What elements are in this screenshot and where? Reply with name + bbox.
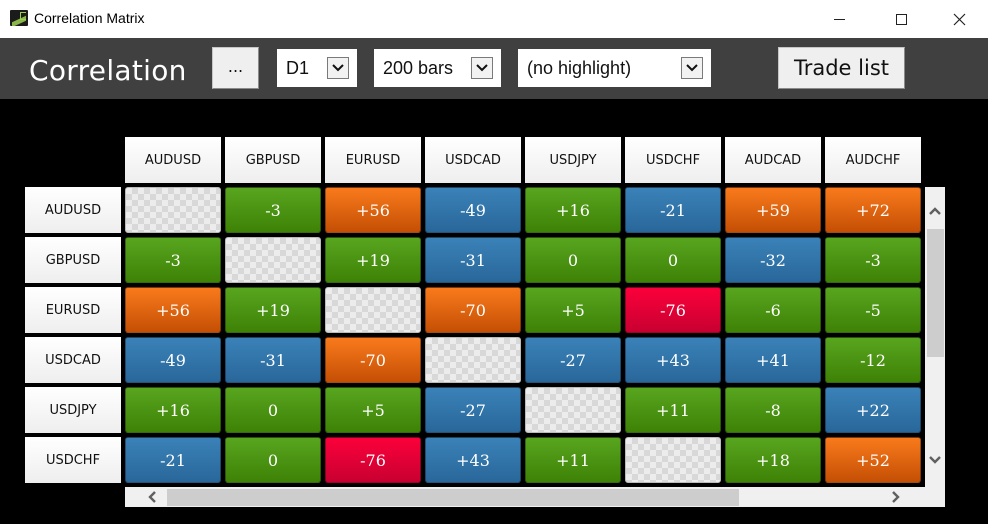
column-header[interactable]: USDJPY bbox=[525, 137, 621, 183]
scroll-left-button[interactable] bbox=[145, 490, 159, 504]
column-header[interactable]: AUDCAD bbox=[725, 137, 821, 183]
row-header[interactable]: USDCAD bbox=[25, 337, 121, 383]
timeframe-value: D1 bbox=[286, 57, 310, 78]
more-options-button[interactable]: ... bbox=[212, 47, 259, 89]
matrix-cell[interactable]: -32 bbox=[725, 237, 821, 283]
scroll-down-button[interactable] bbox=[928, 453, 942, 467]
matrix-cell[interactable]: +59 bbox=[725, 187, 821, 233]
matrix-cell[interactable]: 0 bbox=[525, 237, 621, 283]
matrix-cell[interactable]: +5 bbox=[525, 287, 621, 333]
matrix-cell[interactable]: +5 bbox=[325, 387, 421, 433]
matrix-cell[interactable]: +11 bbox=[525, 437, 621, 483]
column-header[interactable]: EURUSD bbox=[325, 137, 421, 183]
highlight-select[interactable]: (no highlight) bbox=[518, 49, 711, 87]
matrix-cell[interactable]: +41 bbox=[725, 337, 821, 383]
minimize-icon bbox=[833, 18, 845, 20]
matrix-cell[interactable]: -31 bbox=[425, 237, 521, 283]
chevron-down-icon bbox=[929, 456, 941, 464]
matrix-cell[interactable]: +52 bbox=[825, 437, 921, 483]
chevron-left-icon bbox=[148, 491, 156, 503]
matrix-cell[interactable]: -31 bbox=[225, 337, 321, 383]
matrix-cell-diagonal[interactable] bbox=[425, 337, 521, 383]
matrix-cell[interactable]: -3 bbox=[825, 237, 921, 283]
row-header[interactable]: GBPUSD bbox=[25, 237, 121, 283]
title-bar: Correlation Matrix bbox=[0, 0, 988, 38]
matrix-cell[interactable]: +22 bbox=[825, 387, 921, 433]
page-title: Correlation bbox=[29, 54, 187, 87]
scroll-up-button[interactable] bbox=[928, 204, 942, 218]
matrix-cell[interactable]: +19 bbox=[325, 237, 421, 283]
matrix-cell[interactable]: -27 bbox=[525, 337, 621, 383]
column-header[interactable]: AUDUSD bbox=[125, 137, 221, 183]
column-header[interactable]: AUDCHF bbox=[825, 137, 921, 183]
row-header[interactable]: AUDUSD bbox=[25, 187, 121, 233]
matrix-cell-diagonal[interactable] bbox=[225, 237, 321, 283]
matrix-cells: -3 +56 -49 +16 -21 +59 +72 -3 +19 -31 0 0 -32 -3 +56 +1… bbox=[125, 186, 925, 486]
row-header[interactable]: EURUSD bbox=[25, 287, 121, 333]
matrix-cell[interactable]: 0 bbox=[225, 437, 321, 483]
matrix-cell[interactable]: +43 bbox=[425, 437, 521, 483]
matrix-cell[interactable]: +18 bbox=[725, 437, 821, 483]
close-icon bbox=[953, 13, 965, 25]
maximize-button[interactable] bbox=[878, 0, 924, 38]
matrix-cell[interactable]: -27 bbox=[425, 387, 521, 433]
matrix-cell[interactable]: -6 bbox=[725, 287, 821, 333]
correlation-matrix: AUDUSD GBPUSD EURUSD USDCAD USDJPY USDCHF AUDC… bbox=[0, 99, 988, 524]
bars-select[interactable]: 200 bars bbox=[374, 49, 501, 87]
matrix-cell[interactable]: -3 bbox=[125, 237, 221, 283]
window-title: Correlation Matrix bbox=[34, 10, 145, 26]
app-logo-icon bbox=[10, 10, 28, 26]
matrix-cell-diagonal[interactable] bbox=[125, 187, 221, 233]
scroll-right-button[interactable] bbox=[889, 490, 903, 504]
column-header[interactable]: USDCAD bbox=[425, 137, 521, 183]
chevron-down-icon[interactable] bbox=[681, 57, 703, 79]
matrix-cell[interactable]: -21 bbox=[125, 437, 221, 483]
matrix-cell[interactable]: +16 bbox=[125, 387, 221, 433]
horizontal-scrollbar[interactable] bbox=[125, 487, 945, 507]
vertical-scrollbar[interactable] bbox=[925, 187, 945, 487]
column-header[interactable]: GBPUSD bbox=[225, 137, 321, 183]
matrix-cell-diagonal[interactable] bbox=[525, 387, 621, 433]
matrix-cell[interactable]: -5 bbox=[825, 287, 921, 333]
row-header[interactable]: USDJPY bbox=[25, 387, 121, 433]
matrix-cell-diagonal[interactable] bbox=[625, 437, 721, 483]
matrix-cell[interactable]: +19 bbox=[225, 287, 321, 333]
matrix-cell[interactable]: 0 bbox=[225, 387, 321, 433]
timeframe-select[interactable]: D1 bbox=[277, 49, 357, 87]
matrix-cell[interactable]: -70 bbox=[425, 287, 521, 333]
chevron-up-icon bbox=[929, 207, 941, 215]
vertical-scroll-thumb[interactable] bbox=[927, 229, 944, 357]
matrix-cell[interactable]: +56 bbox=[125, 287, 221, 333]
toolbar: Correlation ... D1 200 bars (no highligh… bbox=[0, 38, 988, 99]
matrix-cell[interactable]: -49 bbox=[125, 337, 221, 383]
maximize-icon bbox=[895, 13, 907, 25]
trade-list-button[interactable]: Trade list bbox=[778, 47, 905, 89]
matrix-cell[interactable]: +11 bbox=[625, 387, 721, 433]
matrix-cell[interactable]: 0 bbox=[625, 237, 721, 283]
matrix-cell[interactable]: -21 bbox=[625, 187, 721, 233]
matrix-cell[interactable]: +16 bbox=[525, 187, 621, 233]
matrix-cell[interactable]: -8 bbox=[725, 387, 821, 433]
matrix-cell[interactable]: +72 bbox=[825, 187, 921, 233]
matrix-cell-diagonal[interactable] bbox=[325, 287, 421, 333]
close-button[interactable] bbox=[936, 0, 982, 38]
matrix-cell[interactable]: -12 bbox=[825, 337, 921, 383]
chevron-down-icon[interactable] bbox=[471, 57, 493, 79]
highlight-value: (no highlight) bbox=[527, 57, 632, 78]
matrix-cell[interactable]: +56 bbox=[325, 187, 421, 233]
bars-value: 200 bars bbox=[383, 57, 454, 78]
chevron-down-icon[interactable] bbox=[327, 57, 349, 79]
row-header[interactable]: USDCHF bbox=[25, 437, 121, 483]
minimize-button[interactable] bbox=[816, 0, 862, 38]
matrix-cell[interactable]: -76 bbox=[625, 287, 721, 333]
horizontal-scroll-thumb[interactable] bbox=[167, 489, 739, 506]
column-header[interactable]: USDCHF bbox=[625, 137, 721, 183]
matrix-cell[interactable]: -3 bbox=[225, 187, 321, 233]
matrix-cell[interactable]: -70 bbox=[325, 337, 421, 383]
matrix-cell[interactable]: -49 bbox=[425, 187, 521, 233]
matrix-cell[interactable]: +43 bbox=[625, 337, 721, 383]
matrix-cell[interactable]: -76 bbox=[325, 437, 421, 483]
chevron-right-icon bbox=[892, 491, 900, 503]
